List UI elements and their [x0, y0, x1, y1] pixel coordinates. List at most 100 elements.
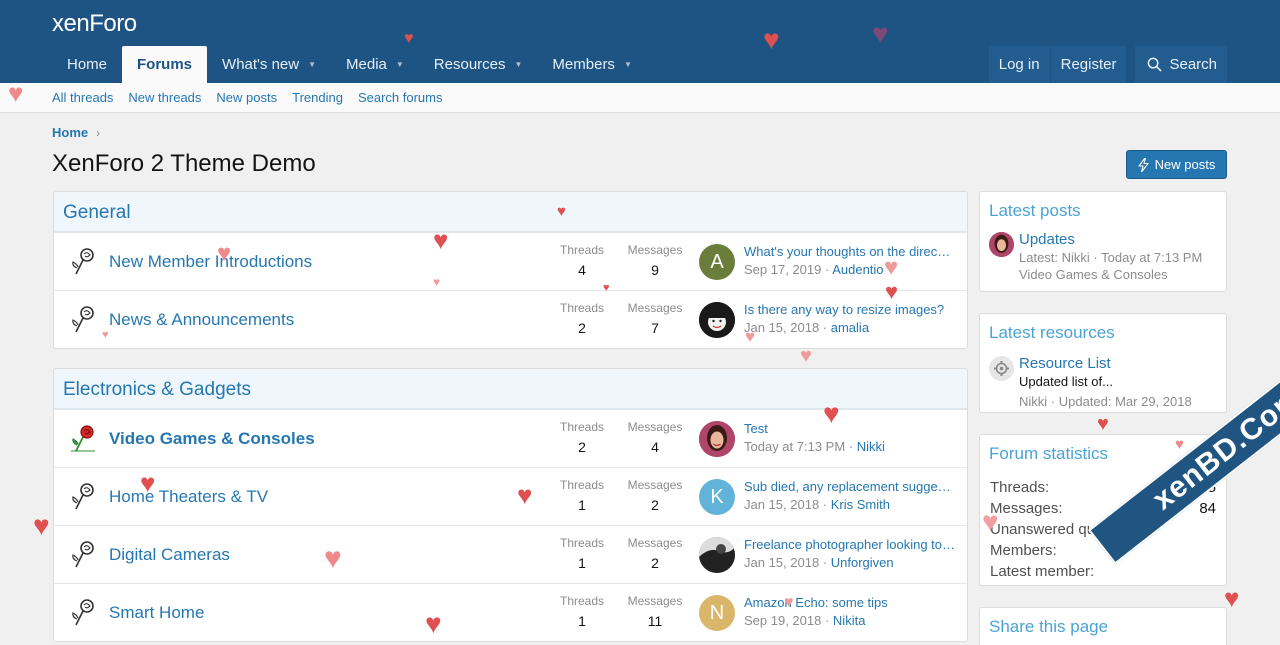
- latest-thread-link[interactable]: What's your thoughts on the direc…: [744, 244, 956, 259]
- avatar[interactable]: [699, 537, 735, 573]
- latest-meta: Jan 15, 2018 · amalia: [744, 320, 956, 335]
- breadcrumb-home[interactable]: Home: [52, 125, 88, 140]
- latest-user[interactable]: amalia: [831, 320, 869, 335]
- stat-value: 84: [1199, 500, 1216, 517]
- chevron-down-icon[interactable]: ▼: [308, 60, 316, 69]
- forum-title[interactable]: Digital Cameras: [109, 545, 230, 565]
- subnav-new-posts[interactable]: New posts: [216, 90, 277, 105]
- latest-user[interactable]: Kris Smith: [831, 497, 890, 512]
- resource-meta: Nikki · Updated: Mar 29, 2018: [1019, 394, 1192, 409]
- avatar[interactable]: [699, 421, 735, 457]
- latest-thread-link[interactable]: Sub died, any replacement sugge…: [744, 479, 956, 494]
- forum-title[interactable]: New Member Introductions: [109, 252, 312, 272]
- search-button[interactable]: Search: [1134, 46, 1227, 83]
- latest-thread-link[interactable]: Test: [744, 421, 956, 436]
- latest-meta: Sep 19, 2018 · Nikita: [744, 613, 956, 628]
- login-button[interactable]: Log in: [988, 46, 1050, 83]
- messages-label: Messages: [627, 420, 683, 434]
- latest-thread-link[interactable]: Amazon Echo: some tips: [744, 595, 956, 610]
- threads-label: Threads: [559, 478, 605, 492]
- subnav-search-forums[interactable]: Search forums: [358, 90, 443, 105]
- messages-label: Messages: [627, 243, 683, 257]
- new-posts-button[interactable]: New posts: [1126, 150, 1227, 179]
- heart-icon: ♥: [800, 345, 812, 367]
- rose-icon: [72, 541, 94, 568]
- breadcrumb: Home ›: [52, 125, 100, 140]
- user-nav: Log in Register Search: [988, 46, 1227, 83]
- search-label: Search: [1169, 56, 1217, 73]
- stat-label: Members:: [990, 542, 1057, 559]
- subnav-trending[interactable]: Trending: [292, 90, 343, 105]
- latest-meta: Jan 15, 2018 · Kris Smith: [744, 497, 956, 512]
- latest-date[interactable]: Jan 15, 2018: [744, 497, 819, 512]
- latest-date[interactable]: Jan 15, 2018: [744, 320, 819, 335]
- avatar-photo: [989, 232, 1014, 257]
- chevron-right-icon: ›: [96, 125, 101, 140]
- nav-tab-forums[interactable]: Forums: [122, 46, 208, 83]
- forum-node: Digital Cameras Threads 1 Messages 2 Freel…: [54, 525, 967, 583]
- category-title[interactable]: Electronics & Gadgets: [54, 369, 967, 409]
- rose-icon: [72, 599, 94, 626]
- subnav-new-threads[interactable]: New threads: [128, 90, 201, 105]
- avatar[interactable]: N: [699, 595, 735, 631]
- forum-title[interactable]: Home Theaters & TV: [109, 487, 268, 507]
- messages-count: 9: [651, 262, 659, 278]
- messages-stat: Messages 7: [620, 301, 690, 336]
- widget-title[interactable]: Latest resources: [980, 314, 1226, 350]
- nav-tab-members[interactable]: Members ▼: [537, 46, 646, 83]
- chevron-down-icon[interactable]: ▼: [624, 60, 632, 69]
- forum-title[interactable]: Smart Home: [109, 603, 204, 623]
- resource-title[interactable]: Resource List: [1019, 355, 1113, 372]
- nav-label: Forums: [137, 56, 193, 73]
- latest-user[interactable]: Unforgiven: [831, 555, 894, 570]
- latest-user[interactable]: Audentio: [832, 262, 883, 277]
- latest-date[interactable]: Today at 7:13 PM: [744, 439, 845, 454]
- widget-title[interactable]: Latest posts: [980, 192, 1226, 228]
- meta-separator: ·: [819, 497, 831, 512]
- nav-label: What's new: [222, 56, 300, 73]
- stat-label: Messages:: [990, 500, 1063, 517]
- page-title: XenForo 2 Theme Demo: [52, 150, 316, 177]
- forum-title[interactable]: Video Games & Consoles: [109, 429, 315, 449]
- latest-post-forum[interactable]: Video Games & Consoles: [1019, 267, 1202, 282]
- gear-icon: [989, 356, 1014, 381]
- stat-label: Threads:: [990, 479, 1050, 496]
- nav-tab-whats-new[interactable]: What's new ▼: [207, 46, 331, 83]
- nav-tab-media[interactable]: Media ▼: [331, 46, 419, 83]
- latest-date[interactable]: Jan 15, 2018: [744, 555, 819, 570]
- chevron-down-icon[interactable]: ▼: [515, 60, 523, 69]
- lightning-icon: [1138, 157, 1149, 172]
- threads-stat: Threads 1: [547, 536, 617, 571]
- threads-label: Threads: [559, 536, 605, 550]
- messages-count: 4: [651, 439, 659, 455]
- nav-tab-home[interactable]: Home: [52, 46, 122, 83]
- chevron-down-icon[interactable]: ▼: [396, 60, 404, 69]
- forum-title[interactable]: News & Announcements: [109, 310, 294, 330]
- latest-thread-link[interactable]: Freelance photographer looking to…: [744, 537, 956, 552]
- nav-tab-resources[interactable]: Resources ▼: [419, 46, 538, 83]
- register-button[interactable]: Register: [1049, 46, 1127, 83]
- avatar[interactable]: [989, 232, 1014, 257]
- meta-separator: ·: [819, 555, 831, 570]
- rose-icon: [72, 483, 94, 510]
- stat-row-latest-member: Latest member:: [980, 561, 1226, 582]
- subnav-all-threads[interactable]: All threads: [52, 90, 113, 105]
- meta-separator: ·: [845, 439, 857, 454]
- latest-post: Freelance photographer looking to… Jan 1…: [744, 537, 956, 570]
- avatar[interactable]: A: [699, 244, 735, 280]
- latest-user[interactable]: Nikita: [833, 613, 866, 628]
- avatar[interactable]: K: [699, 479, 735, 515]
- latest-date[interactable]: Sep 17, 2019: [744, 262, 821, 277]
- threads-count: 2: [578, 439, 586, 455]
- latest-user[interactable]: Nikki: [857, 439, 885, 454]
- site-logo[interactable]: xenForo: [52, 10, 137, 38]
- threads-label: Threads: [559, 243, 605, 257]
- rose-icon: [72, 248, 94, 275]
- nav-label: Home: [67, 56, 108, 73]
- latest-thread-link[interactable]: Is there any way to resize images?: [744, 302, 956, 317]
- category-title[interactable]: General: [54, 192, 967, 232]
- latest-date[interactable]: Sep 19, 2018: [744, 613, 821, 628]
- avatar[interactable]: [699, 302, 735, 338]
- latest-post-title[interactable]: Updates: [1019, 231, 1202, 248]
- messages-count: 11: [647, 613, 663, 629]
